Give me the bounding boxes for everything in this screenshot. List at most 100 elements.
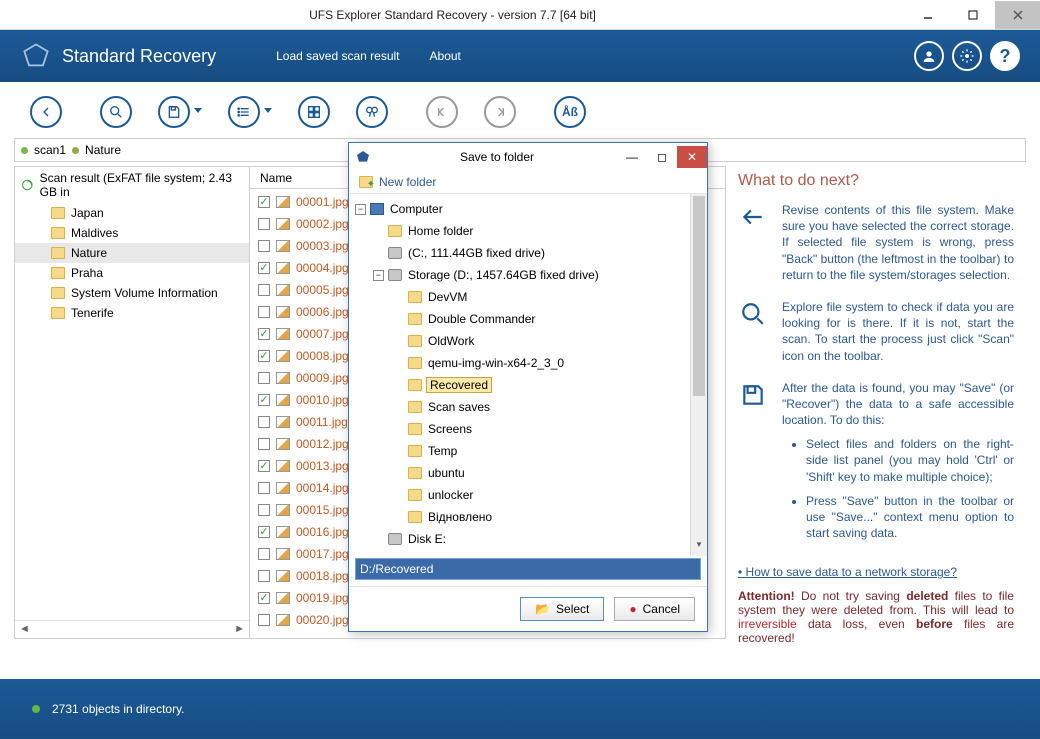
- dialog-folder-item[interactable]: Scan saves: [355, 396, 701, 418]
- folder-tree[interactable]: Scan result (ExFAT file system; 2.43 GB …: [14, 166, 249, 639]
- image-icon: [276, 416, 290, 428]
- window-maximize-button[interactable]: [950, 1, 995, 29]
- dialog-maximize-button[interactable]: ◻: [647, 146, 677, 168]
- file-checkbox[interactable]: [258, 482, 270, 494]
- dialog-folder-item[interactable]: Screens: [355, 418, 701, 440]
- file-checkbox[interactable]: [258, 614, 270, 626]
- file-checkbox[interactable]: [258, 394, 270, 406]
- arrow-left-icon: [738, 202, 768, 283]
- image-icon: [276, 350, 290, 362]
- drive-icon: [388, 247, 402, 259]
- find-button[interactable]: [356, 96, 388, 128]
- file-checkbox[interactable]: [258, 526, 270, 538]
- file-checkbox[interactable]: [258, 240, 270, 252]
- tree-item[interactable]: Tenerife: [15, 303, 249, 323]
- file-checkbox[interactable]: [258, 350, 270, 362]
- grid-view-button[interactable]: [298, 96, 330, 128]
- file-checkbox[interactable]: [258, 592, 270, 604]
- file-checkbox[interactable]: [258, 504, 270, 516]
- folder-icon: [408, 379, 422, 391]
- menu-about[interactable]: About: [430, 49, 461, 63]
- save-button[interactable]: [158, 96, 190, 128]
- menu-load-scan[interactable]: Load saved scan result: [276, 49, 399, 63]
- file-checkbox[interactable]: [258, 460, 270, 472]
- folder-icon: [51, 227, 65, 239]
- help-icon[interactable]: ?: [990, 41, 1020, 71]
- tree-d-drive[interactable]: Storage (D:, 1457.64GB fixed drive): [406, 268, 601, 282]
- window-minimize-button[interactable]: [905, 1, 950, 29]
- window-close-button[interactable]: [995, 1, 1040, 29]
- tree-home[interactable]: Home folder: [406, 224, 475, 238]
- scan-button[interactable]: [100, 96, 132, 128]
- list-options-button[interactable]: [228, 96, 260, 128]
- file-checkbox[interactable]: [258, 548, 270, 560]
- toolbar: Åß: [0, 90, 1040, 134]
- crumb-item-1[interactable]: scan1: [34, 143, 66, 157]
- new-folder-button[interactable]: ✦ New folder: [349, 171, 707, 194]
- folder-icon: [408, 511, 422, 523]
- file-checkbox[interactable]: [258, 372, 270, 384]
- image-icon: [276, 614, 290, 626]
- dialog-folder-item[interactable]: ubuntu: [355, 462, 701, 484]
- dialog-folder-item[interactable]: Recovered: [355, 374, 701, 396]
- collapse-icon[interactable]: −: [355, 204, 366, 215]
- computer-icon: [370, 203, 384, 215]
- file-checkbox[interactable]: [258, 284, 270, 296]
- file-checkbox[interactable]: [258, 262, 270, 274]
- collapse-icon[interactable]: −: [373, 270, 384, 281]
- tree-item[interactable]: Nature: [15, 243, 249, 263]
- file-name: 00011.jpg: [296, 415, 348, 429]
- dialog-minimize-button[interactable]: —: [617, 146, 647, 168]
- prev-button[interactable]: [426, 96, 458, 128]
- tree-hscroll[interactable]: ◄►: [15, 620, 249, 638]
- folder-icon: [408, 423, 422, 435]
- image-icon: [276, 394, 290, 406]
- file-checkbox[interactable]: [258, 196, 270, 208]
- dialog-folder-item[interactable]: Temp: [355, 440, 701, 462]
- status-text: 2731 objects in directory.: [52, 702, 185, 716]
- crumb-item-2[interactable]: Nature: [85, 143, 121, 157]
- file-checkbox[interactable]: [258, 438, 270, 450]
- window-title: UFS Explorer Standard Recovery - version…: [0, 8, 905, 22]
- tree-item-label: Japan: [71, 206, 104, 220]
- file-name: 00001.jpg: [296, 195, 349, 209]
- settings-icon[interactable]: [952, 41, 982, 71]
- dialog-select-button[interactable]: 📂 Select: [520, 597, 604, 621]
- folder-icon: [408, 489, 422, 501]
- dialog-folder-item[interactable]: Double Commander: [355, 308, 701, 330]
- tree-item[interactable]: Maldives: [15, 223, 249, 243]
- dialog-folder-item[interactable]: DevVM: [355, 286, 701, 308]
- file-checkbox[interactable]: [258, 306, 270, 318]
- next-button[interactable]: [484, 96, 516, 128]
- tree-item[interactable]: Praha: [15, 263, 249, 283]
- file-name: 00016.jpg: [296, 525, 349, 539]
- file-name: 00018.jpg: [296, 569, 349, 583]
- file-checkbox[interactable]: [258, 218, 270, 230]
- tree-computer[interactable]: Computer: [388, 202, 445, 216]
- dialog-folder-item[interactable]: Відновлено: [355, 506, 701, 528]
- file-checkbox[interactable]: [258, 328, 270, 340]
- dialog-path-field[interactable]: [355, 558, 701, 580]
- folder-icon: [408, 291, 422, 303]
- help-title: What to do next?: [738, 166, 1014, 202]
- file-checkbox[interactable]: [258, 570, 270, 582]
- tree-e-drive[interactable]: Disk E:: [406, 532, 448, 546]
- help-link[interactable]: How to save data to a network storage?: [752, 565, 1014, 579]
- dialog-scrollbar[interactable]: ▴ ▾: [690, 194, 707, 556]
- dialog-folder-item[interactable]: unlocker: [355, 484, 701, 506]
- tree-item[interactable]: Japan: [15, 203, 249, 223]
- tree-item[interactable]: System Volume Information: [15, 283, 249, 303]
- scan-result-head[interactable]: Scan result (ExFAT file system; 2.43 GB …: [15, 167, 249, 203]
- dialog-folder-label: Відновлено: [426, 510, 494, 524]
- dialog-cancel-button[interactable]: ● Cancel: [614, 597, 695, 621]
- hex-button[interactable]: Åß: [554, 96, 586, 128]
- tree-c-drive[interactable]: (C:, 111.44GB fixed drive): [406, 246, 547, 260]
- back-button[interactable]: [30, 96, 62, 128]
- dialog-folder-item[interactable]: qemu-img-win-x64-2_3_0: [355, 352, 701, 374]
- file-checkbox[interactable]: [258, 416, 270, 428]
- dialog-folder-item[interactable]: OldWork: [355, 330, 701, 352]
- dialog-path-input[interactable]: [356, 559, 700, 579]
- dialog-close-button[interactable]: ✕: [677, 146, 707, 168]
- user-icon[interactable]: [914, 41, 944, 71]
- dialog-tree[interactable]: − Computer Home folder (C:, 111.44GB fix…: [349, 194, 707, 556]
